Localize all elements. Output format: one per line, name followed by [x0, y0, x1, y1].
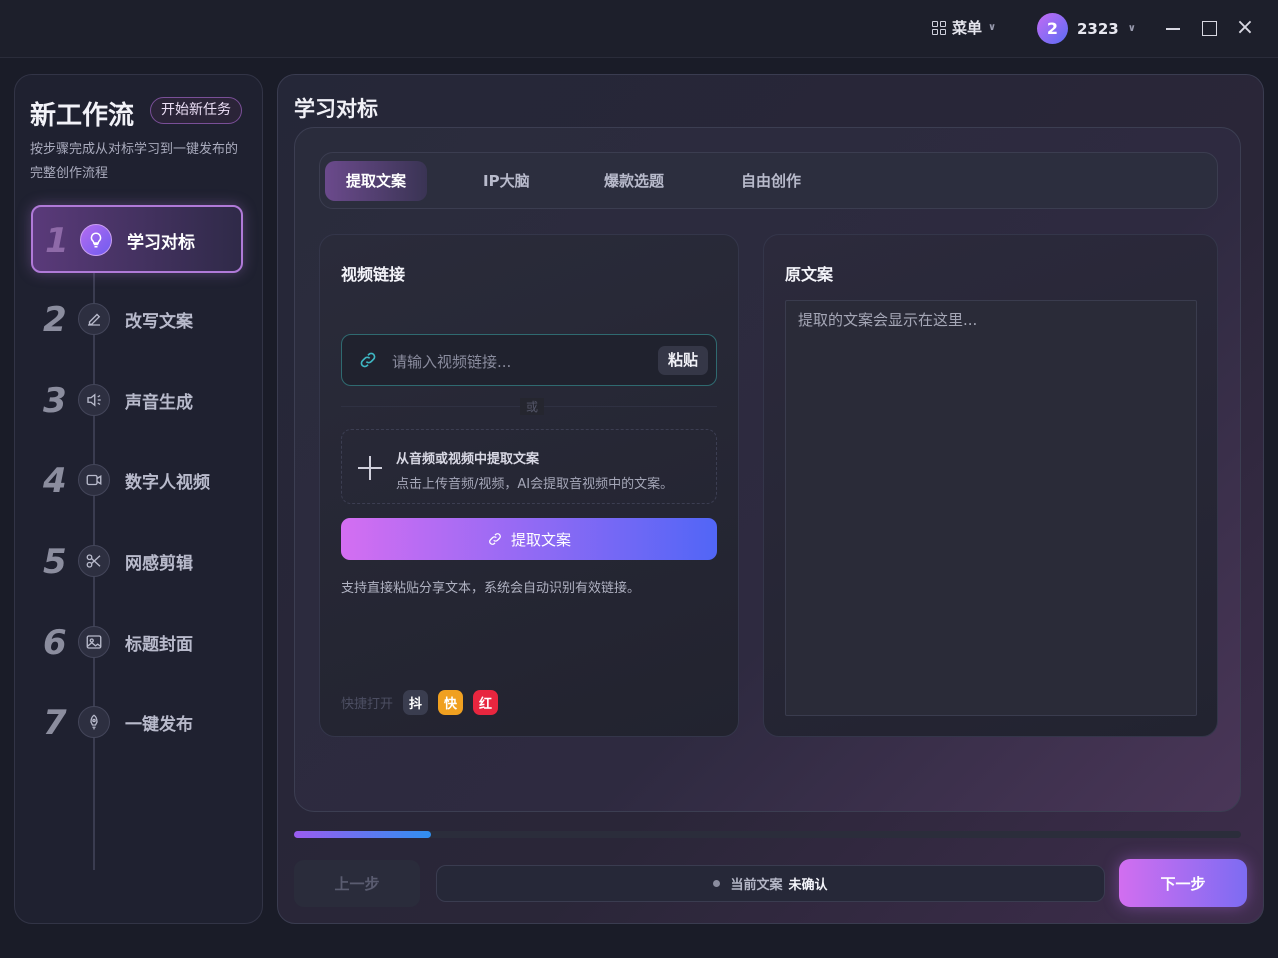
- lightbulb-icon: [80, 224, 112, 256]
- next-step-button[interactable]: 下一步: [1119, 859, 1247, 907]
- step-label: 数字人视频: [125, 473, 210, 493]
- quick-open-label: 快捷打开: [341, 697, 394, 712]
- step-7[interactable]: 7 一键发布: [31, 689, 243, 757]
- minimize-icon[interactable]: [1163, 18, 1183, 38]
- tab-extract-text[interactable]: 提取文案: [325, 161, 428, 201]
- title-bar: 菜单 ∨ 2 2323 ∨ ×: [0, 0, 1278, 58]
- paste-hint: 支持直接粘贴分享文本，系统会自动识别有效链接。: [341, 581, 641, 596]
- plus-icon: [358, 456, 382, 480]
- tab-bar: 提取文案 IP大脑 爆款选题 自由创作: [319, 152, 1218, 209]
- chevron-down-icon: ∨: [1127, 23, 1136, 34]
- step-number: 4: [43, 461, 67, 501]
- user-name: 2323: [1077, 19, 1119, 38]
- image-icon: [78, 626, 110, 658]
- tab-ip-brain[interactable]: IP大脑: [462, 161, 551, 201]
- video-link-card: 视频链接 请输入视频链接... 粘贴 或 从音频或视频中提取文案 点击上传音频/…: [319, 234, 739, 737]
- new-task-button[interactable]: 开始新任务: [150, 97, 242, 124]
- pen-icon: [78, 303, 110, 335]
- step-number: 6: [43, 623, 67, 663]
- main-panel: 学习对标 提取文案 IP大脑 爆款选题 自由创作 视频链接 请输入视频链接...…: [277, 74, 1264, 924]
- upload-title: 从音频或视频中提取文案: [396, 452, 540, 467]
- progress-fill: [294, 831, 432, 838]
- tab-viral-topics[interactable]: 爆款选题: [583, 161, 685, 201]
- quick-open: 快捷打开 抖 快 红: [341, 690, 499, 715]
- upload-media-area[interactable]: 从音频或视频中提取文案 点击上传音频/视频，AI会提取音视频中的文案。: [341, 429, 717, 504]
- content-panel: 提取文案 IP大脑 爆款选题 自由创作 视频链接 请输入视频链接... 粘贴 或…: [294, 127, 1241, 812]
- menu-button[interactable]: 菜单 ∨: [932, 17, 996, 38]
- paste-button[interactable]: 粘贴: [657, 346, 708, 375]
- step-label: 网感剪辑: [125, 554, 193, 574]
- page-title: 学习对标: [294, 97, 378, 121]
- extract-label: 提取文案: [510, 530, 571, 549]
- grid-icon: [932, 20, 946, 35]
- status-value: 未确认: [788, 878, 828, 893]
- step-2[interactable]: 2 改写文案: [31, 286, 243, 354]
- chevron-down-icon: ∨: [988, 22, 997, 33]
- menu-label: 菜单: [952, 19, 983, 37]
- sidebar-description: 按步骤完成从对标学习到一键发布的完整创作流程: [30, 142, 239, 181]
- avatar: 2: [1037, 13, 1068, 44]
- status-bar: 当前文案 未确认: [436, 865, 1105, 902]
- workflow-sidebar: 新工作流 开始新任务 按步骤完成从对标学习到一键发布的完整创作流程 1 学习对标…: [14, 74, 263, 924]
- step-number: 7: [43, 703, 67, 743]
- step-3[interactable]: 3 声音生成: [31, 367, 243, 435]
- prev-step-button[interactable]: 上一步: [294, 860, 420, 907]
- rocket-icon: [78, 706, 110, 738]
- step-5[interactable]: 5 网感剪辑: [31, 528, 243, 596]
- step-number: 5: [43, 542, 67, 582]
- step-label: 改写文案: [125, 312, 193, 332]
- user-menu[interactable]: 2 2323 ∨: [1037, 13, 1136, 44]
- video-camera-icon: [78, 464, 110, 496]
- step-label: 声音生成: [125, 393, 193, 413]
- original-text-title: 原文案: [785, 265, 834, 284]
- link-icon: [360, 352, 376, 368]
- status-dot: [713, 880, 721, 887]
- step-label: 学习对标: [127, 233, 195, 253]
- step-label: 标题封面: [125, 635, 193, 655]
- status-label: 当前文案: [730, 878, 783, 893]
- text-placeholder: 提取的文案会显示在这里...: [798, 311, 978, 329]
- step-number: 3: [43, 381, 67, 421]
- or-label: 或: [520, 398, 545, 415]
- maximize-icon[interactable]: [1199, 18, 1219, 38]
- url-placeholder: 请输入视频链接...: [392, 353, 512, 371]
- step-number: 1: [45, 221, 69, 261]
- close-icon[interactable]: ×: [1235, 17, 1255, 39]
- step-4[interactable]: 4 数字人视频: [31, 447, 243, 515]
- step-6[interactable]: 6 标题封面: [31, 609, 243, 677]
- video-link-title: 视频链接: [341, 265, 406, 284]
- tab-free-creation[interactable]: 自由创作: [720, 161, 822, 201]
- xiaohongshu-button[interactable]: 红: [473, 690, 499, 715]
- progress-bar: [294, 831, 1241, 838]
- speaker-icon: [78, 384, 110, 416]
- link-icon: [489, 533, 501, 545]
- step-label: 一键发布: [125, 715, 193, 735]
- video-url-input[interactable]: 请输入视频链接... 粘贴: [341, 334, 717, 386]
- kuaishou-button[interactable]: 快: [438, 690, 464, 715]
- extract-text-button[interactable]: 提取文案: [341, 518, 717, 560]
- step-1[interactable]: 1 学习对标: [31, 205, 243, 273]
- douyin-button[interactable]: 抖: [403, 690, 429, 715]
- original-text-card: 原文案 提取的文案会显示在这里...: [763, 234, 1218, 737]
- original-text-area[interactable]: 提取的文案会显示在这里...: [785, 300, 1197, 716]
- step-number: 2: [43, 300, 67, 340]
- upload-description: 点击上传音频/视频，AI会提取音视频中的文案。: [396, 477, 674, 492]
- sidebar-title: 新工作流: [30, 101, 135, 131]
- scissors-icon: [78, 545, 110, 577]
